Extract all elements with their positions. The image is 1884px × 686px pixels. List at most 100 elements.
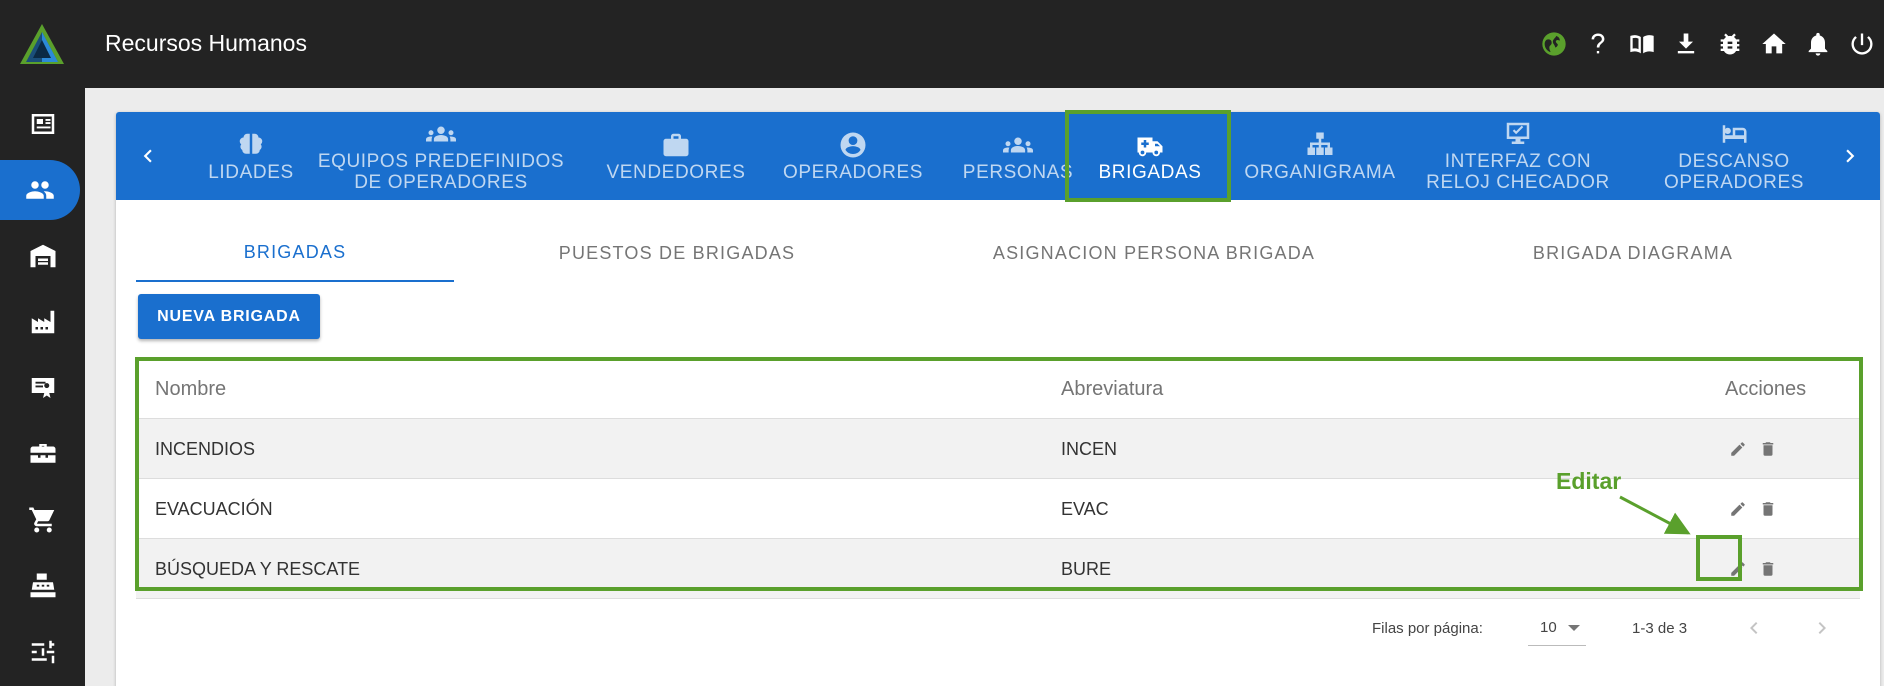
cell-nombre: INCENDIOS — [155, 438, 256, 459]
book-icon[interactable] — [1620, 26, 1664, 62]
tab-label-line-1: INTERFAZ CON — [1444, 151, 1592, 172]
nueva-brigada-button[interactable]: NUEVA BRIGADA — [138, 294, 320, 339]
sidebar-item-certificate[interactable] — [0, 358, 85, 418]
trash-icon — [1762, 502, 1774, 516]
subtab-asignacion-persona-brigada[interactable]: ASIGNACION PERSONA BRIGADA — [900, 224, 1408, 282]
sidebar-item-register[interactable] — [0, 556, 85, 616]
cell-abreviatura: EVAC — [1061, 498, 1109, 519]
header-nombre[interactable]: Nombre — [155, 359, 226, 419]
tab-label-line-2: RELOJ CHECADOR — [1426, 172, 1610, 193]
cell-abreviatura: INCEN — [1061, 438, 1118, 459]
tabs-scroll-left-button[interactable] — [128, 112, 168, 200]
toolbox-icon — [30, 444, 55, 463]
tab-brigadas[interactable]: BRIGADAS — [1070, 112, 1230, 200]
subtab-puestos-brigadas[interactable]: PUESTOS DE BRIGADAS — [454, 224, 900, 282]
brain-icon — [239, 133, 263, 154]
header-acciones: Acciones — [1725, 377, 1807, 400]
cart-icon — [28, 507, 54, 533]
sliders-icon — [31, 640, 54, 664]
tabs-scroll-right-button[interactable] — [1830, 112, 1870, 200]
header-abreviatura[interactable]: Abreviatura — [1061, 359, 1163, 419]
edit-button[interactable] — [1723, 494, 1753, 524]
delete-button[interactable] — [1753, 434, 1783, 464]
bed-icon — [1722, 125, 1747, 143]
sidebar-item-factory[interactable] — [0, 292, 85, 352]
cell-abreviatura: BURE — [1061, 558, 1112, 579]
people-icon — [26, 181, 54, 199]
tab-label: VENDEDORES — [606, 161, 746, 183]
content-card: LIDADES EQUIPOS PREDEFINIDOS DE OPERADOR… — [116, 110, 1880, 686]
previous-page-button[interactable] — [1736, 610, 1772, 646]
register-icon — [30, 573, 55, 598]
delete-button[interactable] — [1753, 554, 1783, 584]
sidebar-item-news[interactable] — [0, 94, 85, 154]
certificate-icon — [31, 378, 54, 398]
sidebar — [0, 88, 85, 686]
tab-label: BRIGADAS — [1098, 161, 1202, 183]
warehouse-icon — [30, 244, 55, 268]
top-bar: Recursos Humanos — [0, 0, 1884, 88]
edit-button[interactable] — [1723, 434, 1753, 464]
tab-label: PERSONAS — [962, 161, 1074, 183]
subtab-brigada-diagrama[interactable]: BRIGADA DIAGRAMA — [1408, 224, 1858, 282]
tab-label-line-2: DE OPERADORES — [354, 172, 528, 193]
tab-label-line-1: EQUIPOS PREDEFINIDOS — [317, 151, 565, 172]
tab-descanso-operadores[interactable]: DESCANSO OPERADORES — [1634, 112, 1834, 200]
tab-interfaz-reloj[interactable]: INTERFAZ CON RELOJ CHECADOR — [1406, 112, 1630, 200]
group-icon — [426, 126, 456, 142]
delete-button[interactable] — [1753, 494, 1783, 524]
globe-icon[interactable] — [1532, 26, 1576, 62]
help-icon[interactable] — [1576, 26, 1620, 62]
dropdown-arrow-icon — [1568, 625, 1580, 631]
sidebar-item-toolbox[interactable] — [0, 424, 85, 484]
sitemap-icon — [1307, 132, 1333, 155]
home-icon[interactable] — [1752, 26, 1796, 62]
sidebar-item-warehouse[interactable] — [0, 226, 85, 286]
tab-label-line-2: OPERADORES — [1663, 172, 1805, 193]
tab-vendedores[interactable]: VENDEDORES — [586, 112, 766, 200]
cell-acciones — [1723, 479, 1783, 539]
tab-label: LIDADES — [208, 161, 294, 183]
account-circle-icon — [840, 132, 866, 157]
pencil-icon — [1731, 502, 1745, 516]
next-page-button[interactable] — [1804, 610, 1840, 646]
factory-icon — [31, 310, 54, 334]
bug-icon[interactable] — [1708, 26, 1752, 62]
pencil-icon — [1731, 562, 1745, 576]
module-tab-bar: LIDADES EQUIPOS PREDEFINIDOS DE OPERADOR… — [116, 112, 1880, 200]
table-header: Nombre Abreviatura Acciones — [136, 359, 1860, 419]
chevron-right-icon — [1818, 622, 1826, 634]
annotation-editar: Editar — [1556, 468, 1622, 494]
cell-nombre: EVACUACIÓN — [155, 498, 273, 519]
briefcase-icon — [663, 133, 689, 156]
sidebar-item-people[interactable] — [0, 160, 80, 220]
bell-icon[interactable] — [1796, 26, 1840, 62]
app-title: Recursos Humanos — [105, 30, 307, 56]
rows-per-page-select[interactable]: 10 — [1528, 610, 1586, 646]
sidebar-item-cart[interactable] — [0, 490, 85, 550]
trash-icon — [1762, 562, 1774, 576]
subtab-brigadas[interactable]: BRIGADAS — [136, 224, 454, 282]
power-icon[interactable] — [1840, 26, 1884, 62]
tab-label-line-1: DESCANSO — [1678, 151, 1790, 172]
chevron-right-icon — [1846, 149, 1855, 163]
rows-per-page-label: Filas por página: — [1372, 619, 1483, 637]
download-icon[interactable] — [1664, 26, 1708, 62]
top-toolbar — [1532, 26, 1884, 62]
table-row[interactable]: BÚSQUEDA Y RESCATE BURE — [136, 539, 1860, 599]
pencil-icon — [1731, 442, 1745, 456]
tab-label: ORGANIGRAMA — [1244, 161, 1396, 183]
monitor-check-icon — [1506, 122, 1530, 144]
chevron-left-icon — [1750, 622, 1758, 634]
rows-per-page-value: 10 — [1540, 619, 1557, 636]
trash-icon — [1762, 442, 1774, 456]
tab-label: OPERADORES — [782, 161, 924, 183]
sidebar-item-settings[interactable] — [0, 622, 85, 682]
pagination-range: 1-3 de 3 — [1632, 619, 1688, 637]
tab-equipos-predefinidos[interactable]: EQUIPOS PREDEFINIDOS DE OPERADORES — [301, 112, 581, 200]
edit-button[interactable] — [1723, 554, 1753, 584]
tab-organigrama[interactable]: ORGANIGRAMA — [1234, 112, 1406, 200]
tab-operadores[interactable]: OPERADORES — [768, 112, 938, 200]
ambulance-icon — [1137, 137, 1163, 156]
cell-acciones — [1723, 539, 1783, 599]
